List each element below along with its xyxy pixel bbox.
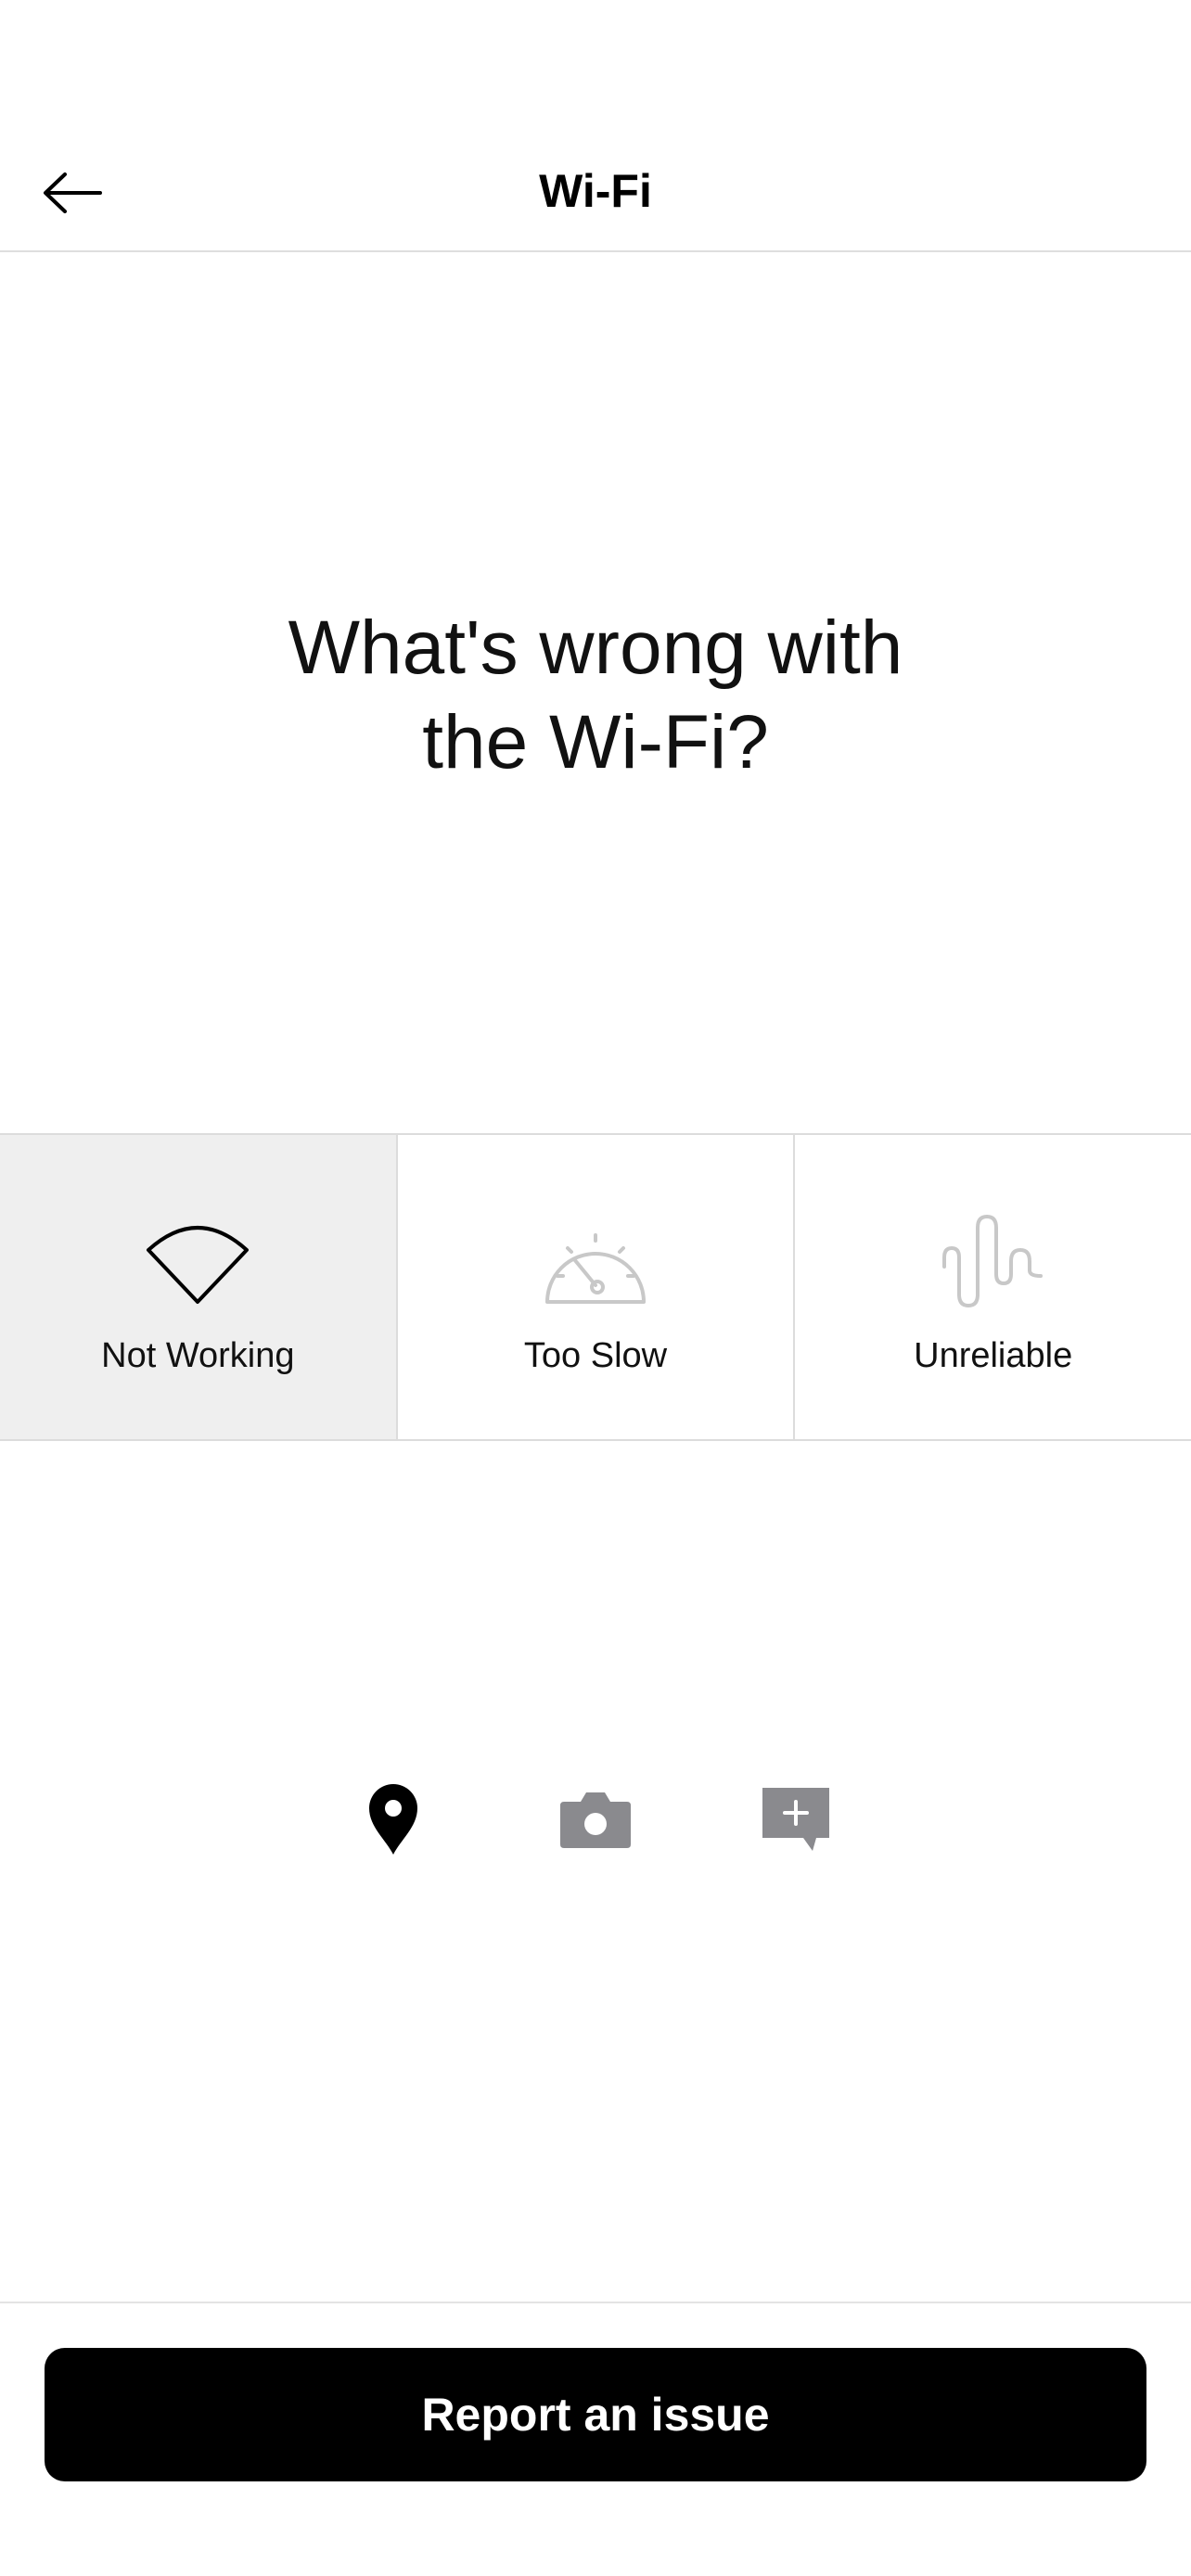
- option-label: Not Working: [101, 1336, 295, 1375]
- footer: Report an issue: [0, 2302, 1191, 2576]
- question-heading: What's wrong with the Wi-Fi?: [132, 601, 1059, 790]
- add-photo-button[interactable]: [549, 1773, 642, 1866]
- location-pin-icon: [369, 1784, 417, 1855]
- option-label: Unreliable: [914, 1336, 1073, 1375]
- question-line-2: the Wi-Fi?: [422, 700, 769, 784]
- top-bar: Wi-Fi: [0, 0, 1191, 252]
- wifi-icon: [147, 1226, 250, 1304]
- option-too-slow[interactable]: Too Slow: [395, 1135, 794, 1439]
- option-not-working[interactable]: Not Working: [0, 1135, 396, 1439]
- issue-options: Not Working Too Slow Unreliable: [0, 1133, 1191, 1441]
- speedometer-icon: [545, 1233, 646, 1304]
- signal-wave-icon: [941, 1215, 1043, 1307]
- option-label: Too Slow: [523, 1336, 668, 1375]
- option-unreliable[interactable]: Unreliable: [793, 1135, 1191, 1439]
- page-title: Wi-Fi: [539, 165, 652, 217]
- attachment-toolbar: [0, 1773, 1191, 1866]
- add-comment-button[interactable]: [749, 1773, 842, 1866]
- add-comment-icon: [762, 1788, 829, 1851]
- question-line-1: What's wrong with: [288, 606, 903, 690]
- add-location-button[interactable]: [347, 1773, 440, 1866]
- camera-icon: [560, 1792, 631, 1848]
- report-issue-button[interactable]: Report an issue: [45, 2348, 1146, 2481]
